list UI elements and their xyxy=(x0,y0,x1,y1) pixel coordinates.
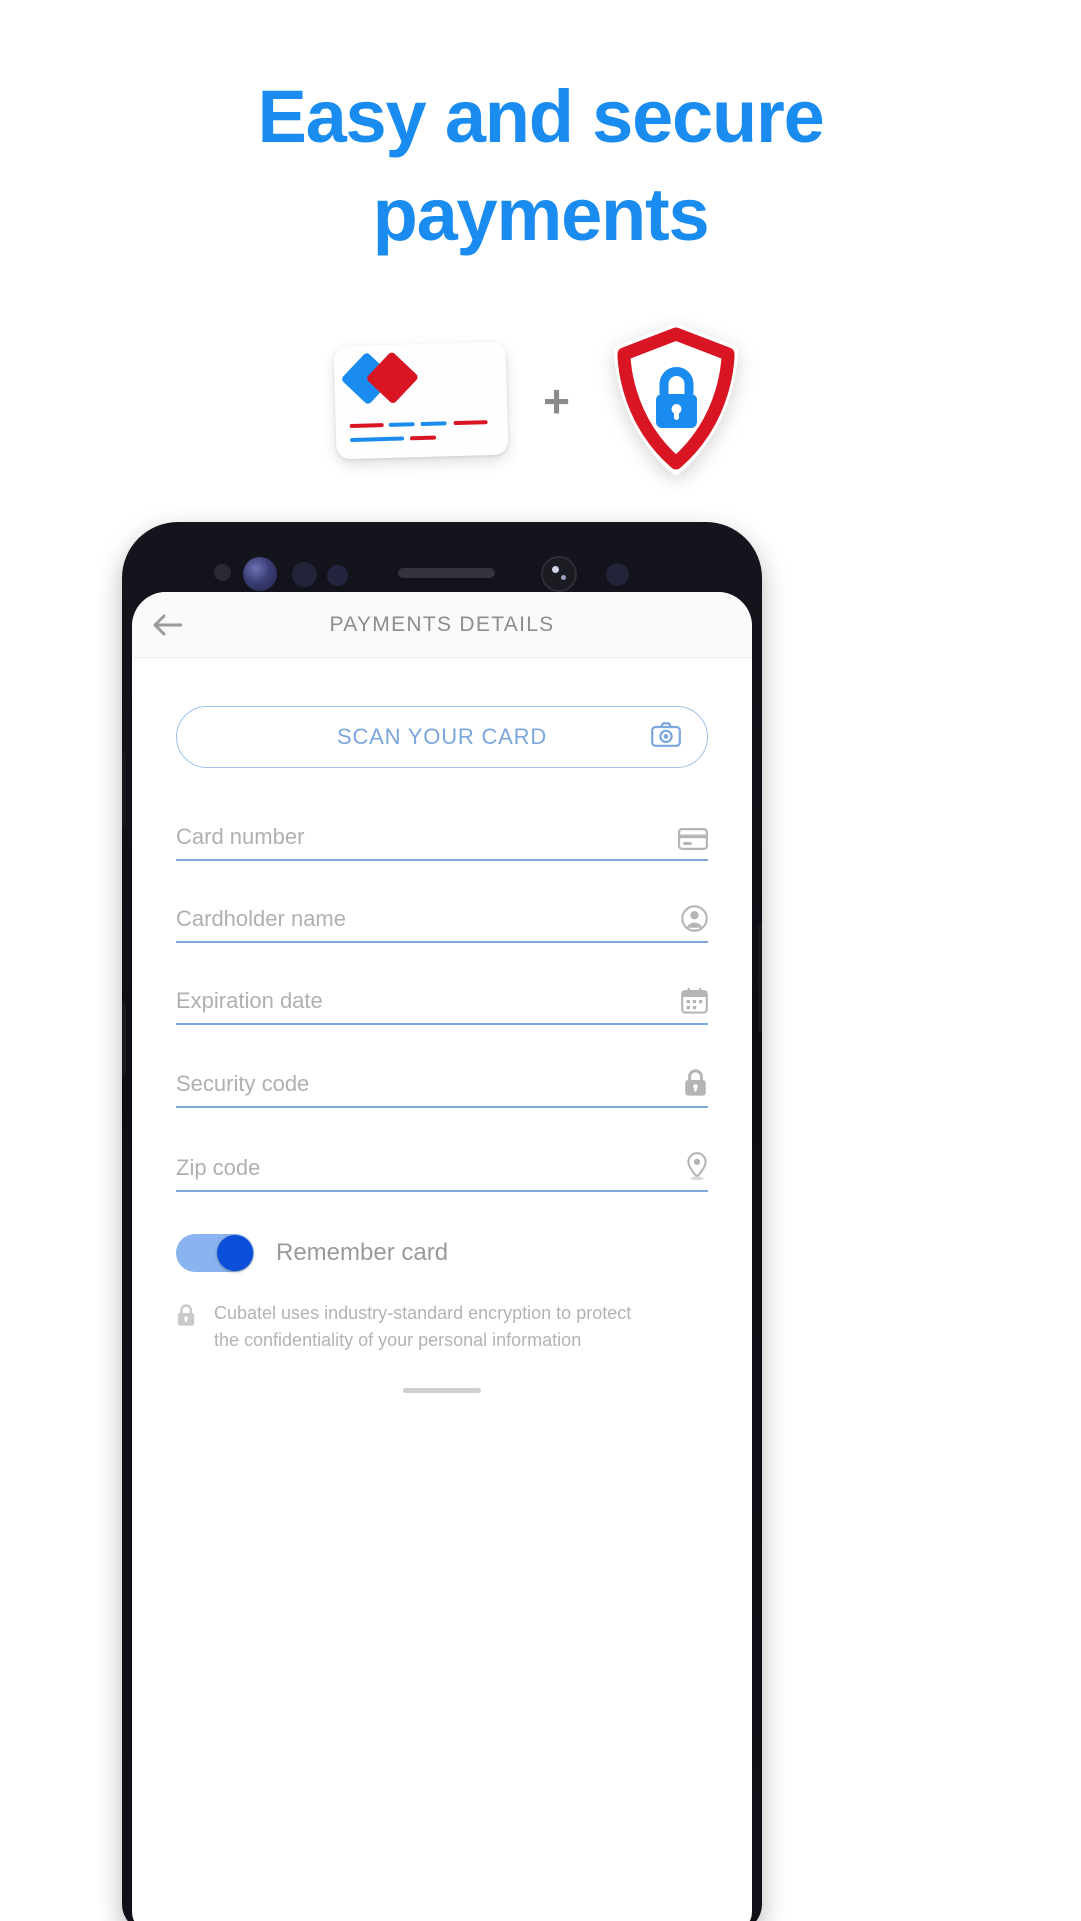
camera-icon xyxy=(651,722,681,752)
security-code-placeholder: Security code xyxy=(176,1071,310,1096)
volume-down-button[interactable] xyxy=(122,1002,126,1076)
proximity-sensor-icon xyxy=(214,564,231,581)
security-shield-lock-icon xyxy=(606,323,746,478)
camera-highlight xyxy=(561,575,566,580)
cardholder-name-placeholder: Cardholder name xyxy=(176,906,346,931)
payment-form: SCAN YOUR CARD Card number Cardholder na… xyxy=(132,658,752,1393)
card-line xyxy=(410,435,437,441)
credit-card-illustration xyxy=(333,341,509,460)
zip-code-placeholder: Zip code xyxy=(176,1155,261,1180)
scan-your-card-button[interactable]: SCAN YOUR CARD xyxy=(176,706,708,768)
earpiece-speaker xyxy=(398,568,495,578)
encryption-disclaimer: Cubatel uses industry-standard encryptio… xyxy=(176,1300,708,1354)
field-zip-code[interactable]: Zip code xyxy=(176,1152,708,1192)
expiration-date-placeholder: Expiration date xyxy=(176,988,323,1013)
front-camera-lens-icon xyxy=(243,557,277,591)
person-icon xyxy=(681,905,708,932)
camera-module-icon xyxy=(541,556,577,592)
toggle-knob xyxy=(217,1235,253,1271)
field-card-number[interactable]: Card number xyxy=(176,824,708,861)
scan-button-label: SCAN YOUR CARD xyxy=(336,724,548,749)
card-line xyxy=(453,420,488,426)
credit-card-icon xyxy=(678,828,708,850)
volume-up-button[interactable] xyxy=(122,752,126,826)
power-button[interactable] xyxy=(758,922,762,1032)
app-bar: PAYMENTS DETAILS xyxy=(132,592,752,658)
iris-sensor-icon xyxy=(292,562,317,587)
remember-card-label: Remember card xyxy=(276,1239,449,1266)
secondary-sensor-icon xyxy=(606,563,629,586)
lock-icon xyxy=(683,1069,708,1097)
card-line xyxy=(349,423,384,429)
card-line xyxy=(420,421,447,427)
disclaimer-text: Cubatel uses industry-standard encryptio… xyxy=(214,1303,632,1350)
field-cardholder-name[interactable]: Cardholder name xyxy=(176,905,708,943)
field-expiration-date[interactable]: Expiration date xyxy=(176,987,708,1025)
card-line xyxy=(388,422,415,427)
calendar-icon xyxy=(681,987,708,1014)
phone-screen: PAYMENTS DETAILS SCAN YOUR CARD Card num… xyxy=(132,592,752,1921)
field-security-code[interactable]: Security code xyxy=(176,1069,708,1108)
plus-icon: + xyxy=(543,374,570,427)
app-bar-title: PAYMENTS DETAILS xyxy=(329,612,555,636)
page-title: Easy and secure payments xyxy=(0,68,1081,263)
promo-screenshot: Easy and secure payments + PAYMENTS DETA… xyxy=(0,0,1081,1921)
remember-card-toggle[interactable] xyxy=(176,1234,254,1272)
hero-illustration: + xyxy=(0,318,1081,483)
camera-highlight xyxy=(552,566,559,573)
home-indicator xyxy=(403,1388,481,1393)
lock-icon xyxy=(176,1300,196,1354)
location-pin-icon xyxy=(686,1152,708,1181)
headline-line-1: Easy and secure xyxy=(257,75,824,158)
card-number-placeholder: Card number xyxy=(176,824,305,849)
headline-line-2: payments xyxy=(372,172,710,256)
phone-mockup: PAYMENTS DETAILS SCAN YOUR CARD Card num… xyxy=(122,522,762,1921)
card-line xyxy=(350,436,405,442)
remember-card-row[interactable]: Remember card xyxy=(176,1234,708,1272)
phone-top-bezel xyxy=(122,522,762,600)
light-sensor-icon xyxy=(327,565,348,586)
